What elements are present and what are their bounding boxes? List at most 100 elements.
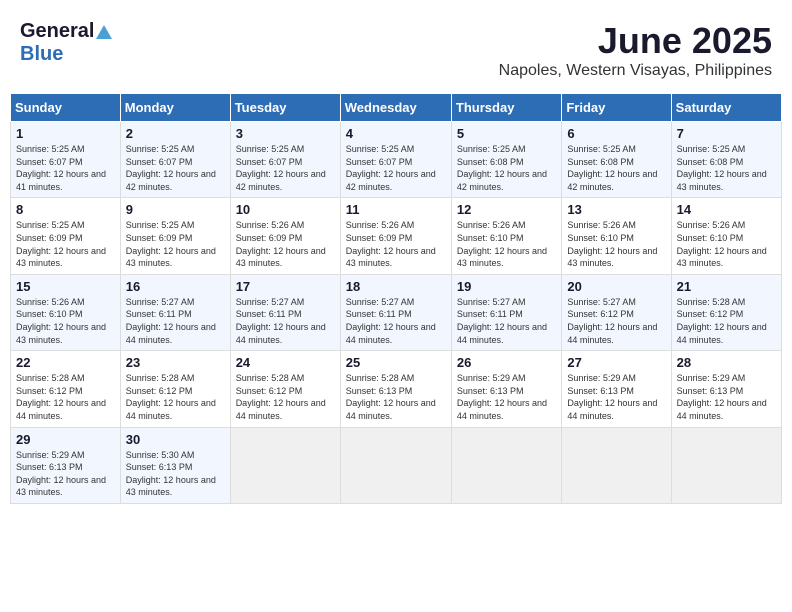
day-info: Sunrise: 5:28 AMSunset: 6:13 PMDaylight:… — [346, 372, 446, 422]
calendar-cell — [671, 427, 781, 503]
calendar-cell — [451, 427, 561, 503]
day-number: 6 — [567, 126, 665, 141]
calendar-cell — [230, 427, 340, 503]
calendar-header-tuesday: Tuesday — [230, 94, 340, 122]
day-info: Sunrise: 5:28 AMSunset: 6:12 PMDaylight:… — [126, 372, 225, 422]
calendar-cell: 2Sunrise: 5:25 AMSunset: 6:07 PMDaylight… — [120, 122, 230, 198]
day-info: Sunrise: 5:25 AMSunset: 6:08 PMDaylight:… — [567, 143, 665, 193]
day-info: Sunrise: 5:28 AMSunset: 6:12 PMDaylight:… — [236, 372, 335, 422]
day-info: Sunrise: 5:25 AMSunset: 6:07 PMDaylight:… — [236, 143, 335, 193]
day-number: 25 — [346, 355, 446, 370]
logo-general-text: General — [20, 20, 94, 43]
day-info: Sunrise: 5:27 AMSunset: 6:12 PMDaylight:… — [567, 296, 665, 346]
day-info: Sunrise: 5:29 AMSunset: 6:13 PMDaylight:… — [16, 449, 115, 499]
calendar-cell: 27 Sunrise: 5:29 AMSunset: 6:13 PMDayligh… — [562, 351, 671, 427]
calendar-cell: 9Sunrise: 5:25 AMSunset: 6:09 PMDaylight… — [120, 198, 230, 274]
calendar-cell: 3 Sunrise: 5:25 AMSunset: 6:07 PMDaylight… — [230, 122, 340, 198]
day-number: 19 — [457, 279, 556, 294]
calendar-cell: 13 Sunrise: 5:26 AMSunset: 6:10 PMDayligh… — [562, 198, 671, 274]
calendar-cell: 18Sunrise: 5:27 AMSunset: 6:11 PMDayligh… — [340, 274, 451, 350]
day-info: Sunrise: 5:26 AMSunset: 6:10 PMDaylight:… — [567, 219, 665, 269]
calendar-header-wednesday: Wednesday — [340, 94, 451, 122]
calendar-cell — [340, 427, 451, 503]
logo: General Blue — [20, 20, 112, 66]
calendar-header-monday: Monday — [120, 94, 230, 122]
calendar-cell: 30Sunrise: 5:30 AMSunset: 6:13 PMDayligh… — [120, 427, 230, 503]
day-number: 20 — [567, 279, 665, 294]
day-number: 23 — [126, 355, 225, 370]
day-info: Sunrise: 5:26 AMSunset: 6:09 PMDaylight:… — [236, 219, 335, 269]
calendar-header-sunday: Sunday — [11, 94, 121, 122]
day-info: Sunrise: 5:30 AMSunset: 6:13 PMDaylight:… — [126, 449, 225, 499]
calendar-cell: 1Sunrise: 5:25 AMSunset: 6:07 PMDaylight… — [11, 122, 121, 198]
calendar-week-row: 22 Sunrise: 5:28 AMSunset: 6:12 PMDayligh… — [11, 351, 782, 427]
logo-blue-text: Blue — [20, 43, 63, 66]
calendar-header-row: SundayMondayTuesdayWednesdayThursdayFrid… — [11, 94, 782, 122]
calendar-cell — [562, 427, 671, 503]
day-info: Sunrise: 5:25 AMSunset: 6:08 PMDaylight:… — [677, 143, 776, 193]
day-info: Sunrise: 5:27 AMSunset: 6:11 PMDaylight:… — [126, 296, 225, 346]
day-info: Sunrise: 5:25 AMSunset: 6:07 PMDaylight:… — [126, 143, 225, 193]
calendar-cell: 15 Sunrise: 5:26 AMSunset: 6:10 PMDayligh… — [11, 274, 121, 350]
calendar-cell: 12 Sunrise: 5:26 AMSunset: 6:10 PMDayligh… — [451, 198, 561, 274]
calendar-cell: 19 Sunrise: 5:27 AMSunset: 6:11 PMDayligh… — [451, 274, 561, 350]
day-number: 14 — [677, 202, 776, 217]
calendar-cell: 7 Sunrise: 5:25 AMSunset: 6:08 PMDaylight… — [671, 122, 781, 198]
calendar-cell: 20 Sunrise: 5:27 AMSunset: 6:12 PMDayligh… — [562, 274, 671, 350]
day-number: 15 — [16, 279, 115, 294]
month-title: June 2025 — [499, 20, 772, 62]
day-info: Sunrise: 5:28 AMSunset: 6:12 PMDaylight:… — [677, 296, 776, 346]
day-number: 28 — [677, 355, 776, 370]
day-info: Sunrise: 5:26 AMSunset: 6:10 PMDaylight:… — [677, 219, 776, 269]
day-number: 4 — [346, 126, 446, 141]
calendar-header-saturday: Saturday — [671, 94, 781, 122]
calendar-cell: 4 Sunrise: 5:25 AMSunset: 6:07 PMDaylight… — [340, 122, 451, 198]
day-number: 8 — [16, 202, 115, 217]
day-info: Sunrise: 5:25 AMSunset: 6:08 PMDaylight:… — [457, 143, 556, 193]
day-number: 7 — [677, 126, 776, 141]
calendar-cell: 16 Sunrise: 5:27 AMSunset: 6:11 PMDayligh… — [120, 274, 230, 350]
day-number: 21 — [677, 279, 776, 294]
day-number: 10 — [236, 202, 335, 217]
location-title: Napoles, Western Visayas, Philippines — [499, 62, 772, 80]
calendar-cell: 24 Sunrise: 5:28 AMSunset: 6:12 PMDayligh… — [230, 351, 340, 427]
calendar-cell: 23 Sunrise: 5:28 AMSunset: 6:12 PMDayligh… — [120, 351, 230, 427]
day-number: 13 — [567, 202, 665, 217]
day-info: Sunrise: 5:25 AMSunset: 6:07 PMDaylight:… — [346, 143, 446, 193]
calendar-week-row: 29 Sunrise: 5:29 AMSunset: 6:13 PMDayligh… — [11, 427, 782, 503]
day-number: 16 — [126, 279, 225, 294]
calendar-week-row: 8 Sunrise: 5:25 AMSunset: 6:09 PMDaylight… — [11, 198, 782, 274]
day-info: Sunrise: 5:29 AMSunset: 6:13 PMDaylight:… — [457, 372, 556, 422]
calendar-cell: 14 Sunrise: 5:26 AMSunset: 6:10 PMDayligh… — [671, 198, 781, 274]
day-number: 5 — [457, 126, 556, 141]
title-section: June 2025 Napoles, Western Visayas, Phil… — [499, 20, 772, 80]
day-info: Sunrise: 5:26 AMSunset: 6:10 PMDaylight:… — [16, 296, 115, 346]
day-info: Sunrise: 5:27 AMSunset: 6:11 PMDaylight:… — [457, 296, 556, 346]
calendar-header-thursday: Thursday — [451, 94, 561, 122]
day-info: Sunrise: 5:28 AMSunset: 6:12 PMDaylight:… — [16, 372, 115, 422]
day-number: 1 — [16, 126, 115, 141]
calendar-cell: 26 Sunrise: 5:29 AMSunset: 6:13 PMDayligh… — [451, 351, 561, 427]
calendar-cell: 5 Sunrise: 5:25 AMSunset: 6:08 PMDaylight… — [451, 122, 561, 198]
day-number: 17 — [236, 279, 335, 294]
day-info: Sunrise: 5:25 AMSunset: 6:09 PMDaylight:… — [16, 219, 115, 269]
day-info: Sunrise: 5:26 AMSunset: 6:10 PMDaylight:… — [457, 219, 556, 269]
day-info: Sunrise: 5:25 AMSunset: 6:09 PMDaylight:… — [126, 219, 225, 269]
day-number: 22 — [16, 355, 115, 370]
day-info: Sunrise: 5:29 AMSunset: 6:13 PMDaylight:… — [677, 372, 776, 422]
calendar-cell: 29 Sunrise: 5:29 AMSunset: 6:13 PMDayligh… — [11, 427, 121, 503]
calendar-cell: 25 Sunrise: 5:28 AMSunset: 6:13 PMDayligh… — [340, 351, 451, 427]
day-info: Sunrise: 5:27 AMSunset: 6:11 PMDaylight:… — [236, 296, 335, 346]
day-number: 29 — [16, 432, 115, 447]
calendar-week-row: 15 Sunrise: 5:26 AMSunset: 6:10 PMDayligh… — [11, 274, 782, 350]
day-number: 12 — [457, 202, 556, 217]
day-number: 26 — [457, 355, 556, 370]
day-number: 18 — [346, 279, 446, 294]
day-number: 27 — [567, 355, 665, 370]
day-number: 24 — [236, 355, 335, 370]
calendar-week-row: 1 Sunrise: 5:25 AMSunset: 6:07 PMDaylight… — [11, 122, 782, 198]
logo-triangle-icon — [96, 25, 112, 39]
day-number: 3 — [236, 126, 335, 141]
calendar-cell: 8 Sunrise: 5:25 AMSunset: 6:09 PMDaylight… — [11, 198, 121, 274]
day-info: Sunrise: 5:29 AMSunset: 6:13 PMDaylight:… — [567, 372, 665, 422]
